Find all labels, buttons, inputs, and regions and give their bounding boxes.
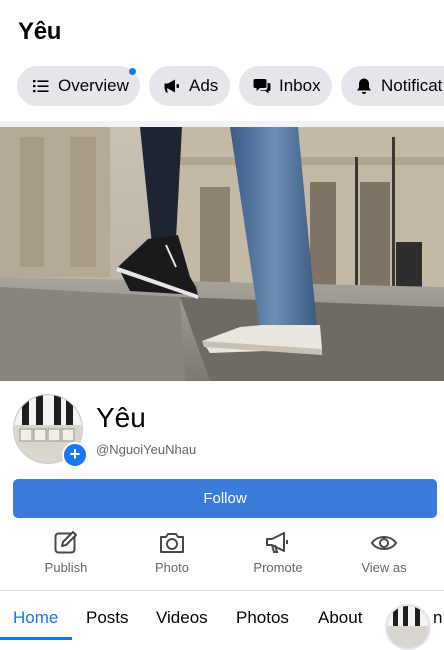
chip-overview[interactable]: Overview — [17, 66, 140, 106]
tab-partial[interactable]: n — [433, 608, 442, 628]
chip-label: Notificat — [381, 76, 443, 95]
tab-posts[interactable]: Posts — [86, 608, 129, 628]
chip-label: Ads — [189, 76, 219, 95]
add-profile-picture-button[interactable]: + — [62, 442, 88, 468]
tab-photos[interactable]: Photos — [236, 608, 289, 628]
list-icon — [32, 77, 50, 95]
action-label: Photo — [155, 560, 189, 575]
view-as-button[interactable]: View as — [339, 530, 429, 575]
chip-inbox[interactable]: Inbox — [239, 66, 332, 106]
action-row: Publish Photo Promote View as — [0, 530, 444, 580]
edit-icon — [52, 530, 80, 556]
page-username: @NguoiYeuNhau — [96, 442, 197, 457]
action-label: Publish — [44, 560, 88, 575]
tab-avatar[interactable] — [385, 604, 431, 650]
page-tabs: Home Posts Videos Photos About n — [0, 591, 444, 650]
cover-photo[interactable] — [0, 127, 444, 381]
chip-label: Overview — [58, 76, 129, 95]
follow-button[interactable]: Follow — [13, 479, 437, 518]
camera-icon — [158, 530, 186, 556]
page-name: Yêu — [96, 402, 146, 433]
notification-dot — [129, 68, 136, 75]
megaphone-icon — [264, 530, 292, 556]
promote-button[interactable]: Promote — [233, 530, 323, 575]
chip-notifications[interactable]: Notificat — [341, 66, 444, 106]
eye-icon — [370, 530, 398, 556]
action-label: View as — [361, 560, 407, 575]
page-header: Yêu — [0, 0, 444, 62]
publish-button[interactable]: Publish — [21, 530, 111, 575]
profile-picture[interactable]: + — [13, 394, 88, 468]
chip-ads[interactable]: Ads — [149, 66, 230, 106]
action-label: Promote — [253, 560, 303, 575]
tab-about[interactable]: About — [318, 608, 362, 628]
chat-bubbles-icon — [253, 77, 271, 95]
chip-label: Inbox — [279, 76, 321, 95]
photo-button[interactable]: Photo — [127, 530, 217, 575]
tab-home[interactable]: Home — [13, 608, 58, 628]
bell-icon — [355, 77, 373, 95]
megaphone-icon — [163, 77, 181, 95]
page-title: Yêu — [18, 18, 62, 45]
tab-videos[interactable]: Videos — [156, 608, 208, 628]
chip-bar: Overview Ads Inbox Notificat — [17, 66, 444, 106]
